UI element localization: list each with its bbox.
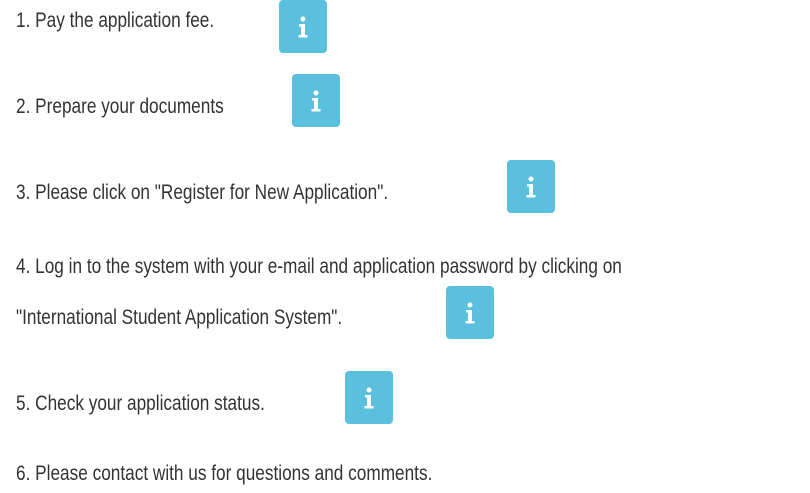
- info-icon: [364, 387, 374, 408]
- info-icon: [465, 302, 475, 323]
- step-5-info-button[interactable]: [345, 371, 393, 424]
- step-4-info-button[interactable]: [446, 286, 494, 339]
- step-5-text: 5. Check your application status.: [16, 392, 265, 415]
- step-2-text: 2. Prepare your documents: [16, 95, 224, 118]
- info-icon: [311, 90, 321, 111]
- step-3-text: 3. Please click on "Register for New App…: [16, 181, 389, 204]
- step-1-text: 1. Pay the application fee.: [16, 9, 215, 32]
- step-2-info-button[interactable]: [292, 74, 340, 127]
- step-1-info-button[interactable]: [279, 0, 327, 53]
- step-4-text-continued: "International Student Application Syste…: [16, 306, 343, 329]
- step-6-text: 6. Please contact with us for questions …: [16, 462, 433, 485]
- info-icon: [526, 176, 536, 197]
- info-icon: [298, 16, 308, 37]
- step-3-info-button[interactable]: [507, 160, 555, 213]
- step-4-text: 4. Log in to the system with your e-mail…: [16, 255, 622, 278]
- application-steps: 1. Pay the application fee. 2. Prepare y…: [0, 0, 810, 493]
